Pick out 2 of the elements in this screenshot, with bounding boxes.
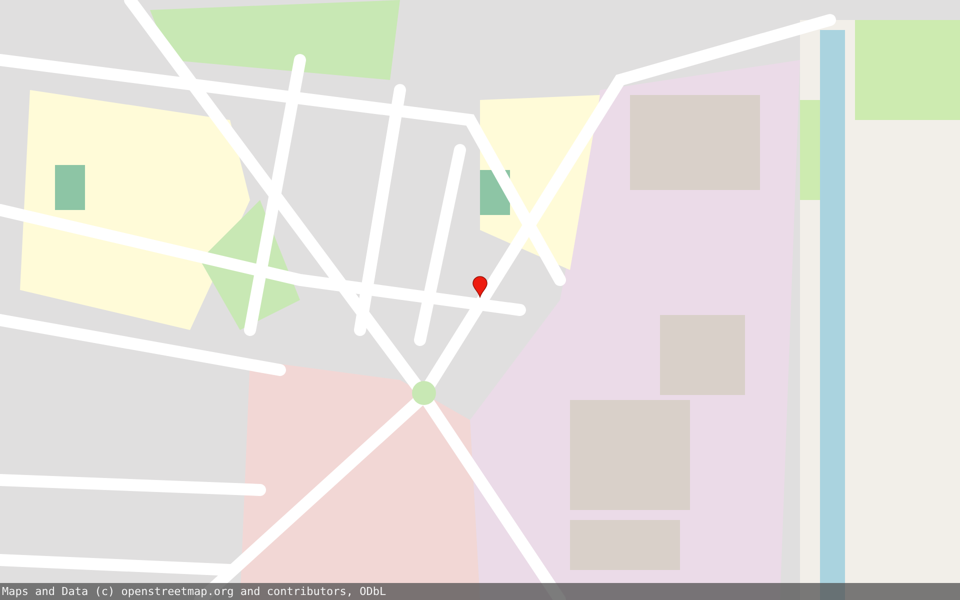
attribution-text: Maps and Data (c) openstreetmap.org and contributors, ODbL [2,585,386,598]
map-pin-icon [472,276,488,298]
